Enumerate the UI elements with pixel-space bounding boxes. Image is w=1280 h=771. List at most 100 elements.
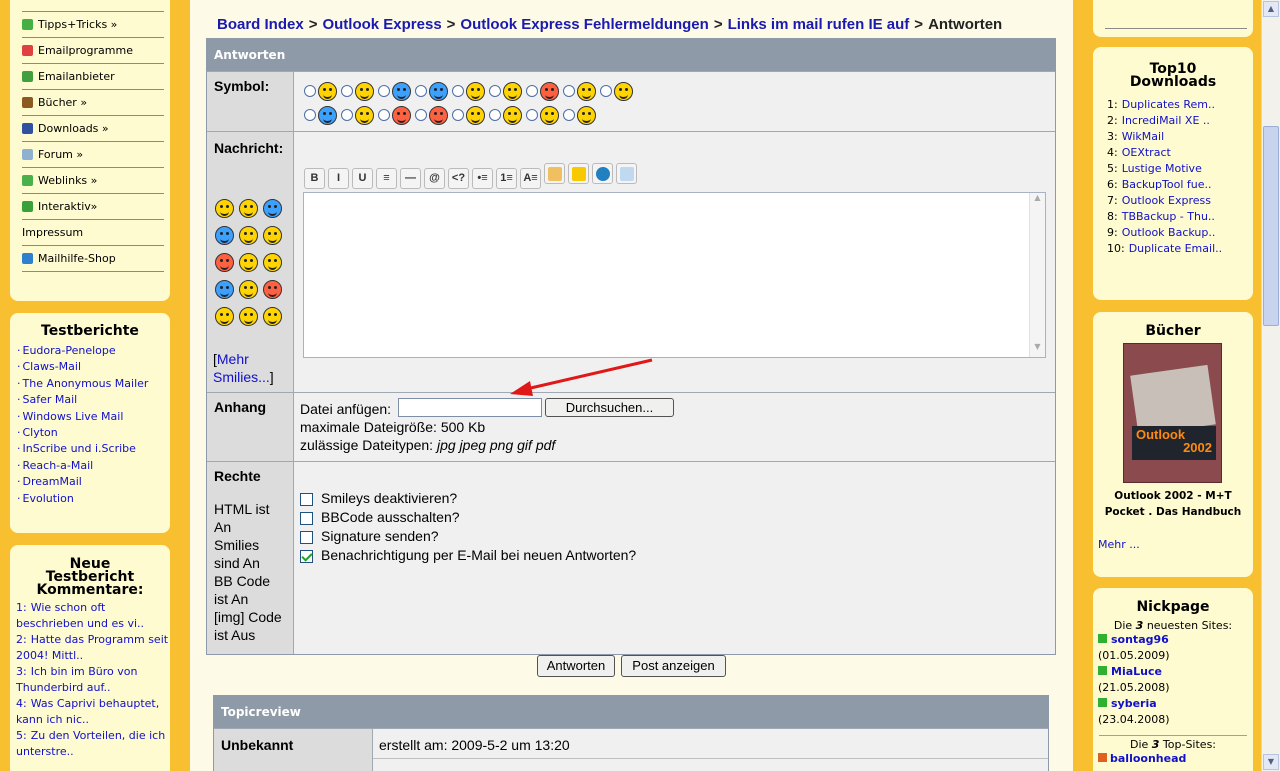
smiley-icon[interactable]	[239, 279, 258, 299]
symbol-radio[interactable]	[452, 85, 464, 98]
testbericht-link[interactable]: Safer Mail	[23, 393, 78, 406]
symbol-radio[interactable]	[563, 85, 575, 98]
menu-item[interactable]: Emailanbieter	[22, 64, 164, 90]
smiley-icon[interactable]	[215, 252, 234, 272]
menu-item[interactable]: Impressum	[22, 220, 164, 246]
php-icon[interactable]: <?	[448, 168, 469, 189]
scroll-down-icon[interactable]: ▼	[1263, 754, 1279, 770]
smiley-icon[interactable]	[239, 225, 258, 245]
underline-icon[interactable]: U	[352, 168, 373, 189]
symbol-radio[interactable]	[600, 85, 612, 98]
breadcrumb-link[interactable]: Outlook Express Fehlermeldungen	[460, 16, 708, 33]
symbol-radio[interactable]	[452, 109, 464, 122]
menu-item[interactable]: Forum »	[22, 142, 164, 168]
bold-icon[interactable]: B	[304, 168, 325, 189]
menu-item[interactable]: Interaktiv»	[22, 194, 164, 220]
breadcrumb-link[interactable]: Outlook Express	[322, 16, 441, 33]
envelope-icon[interactable]	[544, 163, 565, 184]
nick-site-link[interactable]: sontag96	[1111, 633, 1169, 646]
comment-link[interactable]: Hatte das Programm seit 2004! Mittl..	[16, 633, 168, 662]
menu-item[interactable]: Downloads »	[22, 116, 164, 142]
symbol-radio[interactable]	[415, 109, 427, 122]
smiley-icon[interactable]	[215, 279, 234, 299]
window-scrollbar[interactable]: ▲ ▼	[1261, 0, 1280, 771]
smiley-icon[interactable]	[215, 225, 234, 245]
testbericht-link[interactable]: Evolution	[23, 492, 74, 505]
more-smilies-link[interactable]: Mehr Smilies...	[213, 351, 270, 385]
testbericht-link[interactable]: InScribe und i.Scribe	[23, 442, 136, 455]
comment-link[interactable]: Wie schon oft beschrieben und es vi..	[16, 601, 144, 630]
symbol-radio[interactable]	[341, 85, 353, 98]
option-checkbox[interactable]	[300, 549, 313, 563]
testbericht-link[interactable]: The Anonymous Mailer	[23, 377, 149, 390]
message-textarea[interactable]: ▲ ▼	[303, 192, 1046, 358]
textarea-scrollbar[interactable]: ▲ ▼	[1029, 193, 1045, 357]
symbol-radio[interactable]	[415, 85, 427, 98]
download-link[interactable]: IncrediMail XE ..	[1122, 114, 1210, 127]
menu-item[interactable]: Weblinks »	[22, 168, 164, 194]
smiley-icon[interactable]	[263, 279, 282, 299]
testbericht-link[interactable]: Eudora-Penelope	[23, 344, 116, 357]
breadcrumb-link[interactable]: Board Index	[217, 16, 304, 33]
download-link[interactable]: OEXtract	[1122, 146, 1171, 159]
option-row[interactable]: Benachrichtigung per E-Mail bei neuen An…	[300, 546, 1049, 565]
smiley-icon[interactable]	[263, 306, 282, 326]
symbol-radio[interactable]	[563, 109, 575, 122]
book-cover[interactable]: Outlook 2002	[1123, 343, 1222, 483]
image-icon[interactable]	[616, 163, 637, 184]
download-link[interactable]: TBBackup - Thu..	[1122, 210, 1215, 223]
globe-icon[interactable]	[592, 163, 613, 184]
symbol-radio[interactable]	[378, 109, 390, 122]
testbericht-link[interactable]: Claws-Mail	[23, 360, 82, 373]
symbol-radio[interactable]	[489, 109, 501, 122]
ordered-list-icon[interactable]: 1≡	[496, 168, 517, 189]
italic-icon[interactable]: I	[328, 168, 349, 189]
menu-item[interactable]: Emailprogramme	[22, 38, 164, 64]
nick-site-link[interactable]: MiaLuce	[1111, 665, 1162, 678]
option-row[interactable]: BBCode ausschalten?	[300, 508, 1049, 527]
symbol-radio[interactable]	[489, 85, 501, 98]
smiley-icon[interactable]	[215, 198, 234, 218]
comment-link[interactable]: Ich bin im Büro von Thunderbird auf..	[16, 665, 138, 694]
option-checkbox[interactable]	[300, 511, 313, 525]
top-site-link[interactable]: balloonhead	[1110, 752, 1186, 765]
symbol-radio[interactable]	[304, 109, 316, 122]
comment-link[interactable]: Zu den Vorteilen, die ich unterstre..	[16, 729, 165, 758]
menu-item[interactable]: Mailhilfe-Shop	[22, 246, 164, 272]
list-icon[interactable]: •≡	[472, 168, 493, 189]
smiley-icon[interactable]	[239, 198, 258, 218]
option-checkbox[interactable]	[300, 492, 313, 506]
submit-reply-button[interactable]: Antworten	[537, 655, 615, 677]
symbol-radio[interactable]	[341, 109, 353, 122]
textarea-scroll-down-icon[interactable]: ▼	[1030, 342, 1045, 357]
option-checkbox[interactable]	[300, 530, 313, 544]
download-link[interactable]: BackupTool fue..	[1122, 178, 1212, 191]
testbericht-link[interactable]: DreamMail	[23, 475, 82, 488]
email-icon[interactable]: @	[424, 168, 445, 189]
smiley-icon[interactable]	[263, 198, 282, 218]
scroll-thumb[interactable]	[1263, 126, 1279, 326]
breadcrumb-link[interactable]: Links im mail rufen IE auf	[728, 16, 910, 33]
alpha-list-icon[interactable]: A≡	[520, 168, 541, 189]
hr-icon[interactable]: —	[400, 168, 421, 189]
download-link[interactable]: Duplicates Rem..	[1122, 98, 1215, 111]
testbericht-link[interactable]: Reach-a-Mail	[23, 459, 94, 472]
comment-link[interactable]: Was Caprivi behauptet, kann ich nic..	[16, 697, 159, 726]
menu-item[interactable]: Tipps+Tricks »	[22, 12, 164, 38]
download-link[interactable]: Outlook Backup..	[1122, 226, 1216, 239]
scroll-up-icon[interactable]: ▲	[1263, 1, 1279, 17]
center-icon[interactable]: ≡	[376, 168, 397, 189]
option-row[interactable]: Smileys deaktivieren?	[300, 489, 1049, 508]
smiley-icon[interactable]	[263, 252, 282, 272]
symbol-radio[interactable]	[526, 85, 538, 98]
download-link[interactable]: WikMail	[1122, 130, 1164, 143]
books-more-link[interactable]: Mehr ...	[1098, 538, 1140, 551]
testbericht-link[interactable]: Windows Live Mail	[23, 410, 124, 423]
smiley-icon[interactable]	[239, 306, 258, 326]
symbol-radio[interactable]	[378, 85, 390, 98]
smiley-icon[interactable]	[215, 306, 234, 326]
nick-site-link[interactable]: syberia	[1111, 697, 1157, 710]
download-link[interactable]: Outlook Express	[1122, 194, 1211, 207]
option-row[interactable]: Signature senden?	[300, 527, 1049, 546]
testbericht-link[interactable]: Clyton	[23, 426, 58, 439]
